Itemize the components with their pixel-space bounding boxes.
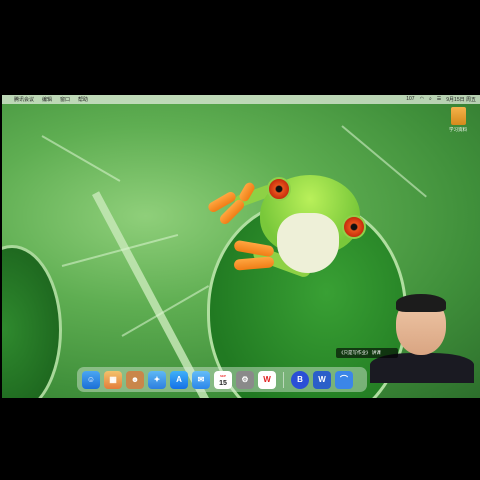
frog-eye-right xyxy=(342,215,366,239)
dock: ☺ ▦ ☻ ✦ A ✉ SEP 15 ⚙ W B W ⌒ xyxy=(77,367,367,392)
file-icon xyxy=(450,107,466,125)
desktop-file[interactable]: 学习资料 xyxy=(446,107,470,133)
menu-item-help[interactable]: 帮助 xyxy=(78,96,88,103)
word-icon[interactable]: W xyxy=(313,370,331,389)
control-center-icon[interactable]: ☰ xyxy=(437,96,441,103)
leaf-vein xyxy=(41,135,121,182)
contacts-icon[interactable]: ☻ xyxy=(126,370,144,389)
status-datetime[interactable]: 9月15日 周五 xyxy=(446,96,476,103)
status-battery[interactable]: 107 xyxy=(406,96,414,103)
leaf-vein xyxy=(341,125,427,198)
desktop-file-label: 学习资料 xyxy=(449,127,467,132)
calendar-month: SEP xyxy=(219,373,226,378)
mail-icon[interactable]: ✉ xyxy=(192,370,210,389)
presenter-hair xyxy=(396,294,446,312)
search-icon[interactable]: ⌕ xyxy=(429,96,432,103)
finder-icon[interactable]: ☺ xyxy=(82,370,100,389)
settings-icon[interactable]: ⚙ xyxy=(236,370,254,389)
frog-eye-left xyxy=(267,177,291,201)
video-frame: 腾讯会议 编辑 窗口 帮助 107 ◠ ⌕ ☰ 9月15日 周五 学习资料 ☺ … xyxy=(0,0,480,480)
menu-item-edit[interactable]: 编辑 xyxy=(42,96,52,103)
menu-item-window[interactable]: 窗口 xyxy=(60,96,70,103)
launchpad-icon[interactable]: ▦ xyxy=(104,370,122,389)
wps-icon[interactable]: W xyxy=(258,370,276,389)
safari-icon[interactable]: ✦ xyxy=(148,370,166,389)
menu-bar: 腾讯会议 编辑 窗口 帮助 107 ◠ ⌕ ☰ 9月15日 周五 xyxy=(2,95,480,104)
status-area: 107 ◠ ⌕ ☰ 9月15日 周五 xyxy=(406,96,480,103)
calendar-day: 15 xyxy=(219,379,227,387)
app-store-icon[interactable]: A xyxy=(170,370,188,389)
wifi-icon[interactable]: ◠ xyxy=(420,96,424,103)
frog-belly xyxy=(277,213,339,273)
dock-separator xyxy=(283,371,284,388)
menu-app-name[interactable]: 腾讯会议 xyxy=(14,96,34,103)
calendar-icon[interactable]: SEP 15 xyxy=(214,370,232,389)
tencent-meeting-icon[interactable]: ⌒ xyxy=(335,370,353,389)
webcam-caption: 《只是写作业》 讲课 xyxy=(336,348,398,358)
leaf-hole-left xyxy=(2,245,62,398)
baidu-netdisk-icon[interactable]: B xyxy=(291,370,309,389)
